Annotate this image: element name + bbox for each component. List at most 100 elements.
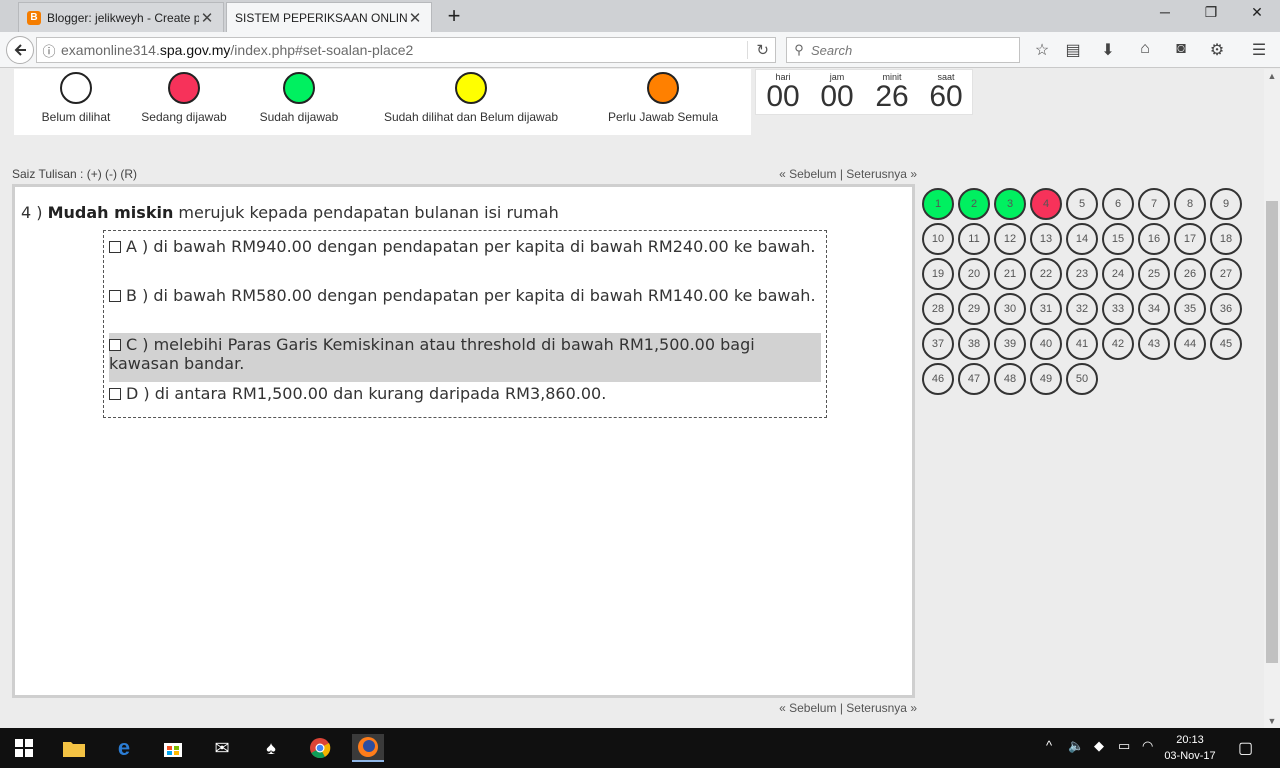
reload-icon[interactable]: ↻	[747, 41, 769, 59]
question-button[interactable]: 8	[1174, 188, 1206, 220]
new-tab-button[interactable]: +	[443, 3, 465, 29]
close-icon[interactable]: ✕	[199, 9, 215, 27]
question-button[interactable]: 10	[922, 223, 954, 255]
option-checkbox[interactable]	[109, 290, 121, 302]
question-button[interactable]: 12	[994, 223, 1026, 255]
question-button[interactable]: 1	[922, 188, 954, 220]
windows-start-icon[interactable]	[8, 734, 40, 762]
question-button[interactable]: 13	[1030, 223, 1062, 255]
question-button[interactable]: 9	[1210, 188, 1242, 220]
question-button[interactable]: 4	[1030, 188, 1062, 220]
question-button[interactable]: 40	[1030, 328, 1062, 360]
home-icon[interactable]: ⌂	[1134, 40, 1156, 60]
scroll-up-icon[interactable]: ▲	[1264, 71, 1280, 81]
font-size-control[interactable]: Saiz Tulisan : (+) (-) (R)	[12, 167, 137, 181]
question-button[interactable]: 23	[1066, 258, 1098, 290]
question-button[interactable]: 39	[994, 328, 1026, 360]
battery-icon[interactable]: ▭	[1118, 738, 1130, 754]
scrollbar-thumb[interactable]	[1266, 201, 1278, 663]
tab-exam[interactable]: SISTEM PEPERIKSAAN ONLINE (S ✕	[226, 2, 432, 32]
volume-icon[interactable]: 🔈	[1068, 738, 1084, 754]
option-a[interactable]: A ) di bawah RM940.00 dengan pendapatan …	[109, 235, 821, 284]
option-checkbox[interactable]	[109, 388, 121, 400]
star-icon[interactable]: ☆	[1031, 40, 1053, 60]
menu-icon[interactable]: ☰	[1248, 40, 1270, 60]
question-button[interactable]: 49	[1030, 363, 1062, 395]
dropbox-icon[interactable]: ◆	[1094, 738, 1104, 754]
question-button[interactable]: 2	[958, 188, 990, 220]
question-button[interactable]: 16	[1138, 223, 1170, 255]
question-button[interactable]: 46	[922, 363, 954, 395]
download-icon[interactable]: ⬇	[1097, 40, 1119, 60]
firefox-icon[interactable]	[352, 734, 384, 762]
question-button[interactable]: 14	[1066, 223, 1098, 255]
question-button[interactable]: 18	[1210, 223, 1242, 255]
question-button[interactable]: 26	[1174, 258, 1206, 290]
next-link[interactable]: Seterusnya »	[846, 167, 917, 181]
url-bar[interactable]: ⓘ examonline314. spa.gov.my/index.php#set…	[36, 37, 776, 63]
question-button[interactable]: 24	[1102, 258, 1134, 290]
prev-link[interactable]: « Sebelum	[779, 167, 836, 181]
system-clock[interactable]: 20:13 03-Nov-17	[1160, 732, 1220, 764]
question-button[interactable]: 38	[958, 328, 990, 360]
question-button[interactable]: 28	[922, 293, 954, 325]
edge-icon[interactable]: e	[108, 734, 140, 762]
chrome-icon[interactable]	[304, 734, 336, 762]
question-button[interactable]: 48	[994, 363, 1026, 395]
question-button[interactable]: 44	[1174, 328, 1206, 360]
back-button[interactable]	[6, 36, 34, 64]
option-checkbox[interactable]	[109, 241, 121, 253]
question-button[interactable]: 5	[1066, 188, 1098, 220]
question-button[interactable]: 36	[1210, 293, 1242, 325]
solitaire-icon[interactable]: ♠	[255, 734, 287, 762]
question-button[interactable]: 31	[1030, 293, 1062, 325]
wifi-icon[interactable]: ◠	[1142, 738, 1153, 754]
question-button[interactable]: 19	[922, 258, 954, 290]
extension-icon[interactable]: ⚙	[1206, 40, 1228, 60]
question-button[interactable]: 50	[1066, 363, 1098, 395]
question-button[interactable]: 37	[922, 328, 954, 360]
store-icon[interactable]	[157, 734, 189, 762]
question-button[interactable]: 11	[958, 223, 990, 255]
info-icon[interactable]: ⓘ	[37, 41, 61, 60]
close-icon[interactable]: ✕	[407, 9, 423, 27]
question-button[interactable]: 33	[1102, 293, 1134, 325]
question-button[interactable]: 3	[994, 188, 1026, 220]
question-button[interactable]: 43	[1138, 328, 1170, 360]
option-b[interactable]: B ) di bawah RM580.00 dengan pendapatan …	[109, 284, 821, 333]
question-button[interactable]: 20	[958, 258, 990, 290]
vertical-scrollbar[interactable]: ▲ ▼	[1264, 69, 1280, 728]
question-button[interactable]: 42	[1102, 328, 1134, 360]
question-button[interactable]: 25	[1138, 258, 1170, 290]
question-button[interactable]: 22	[1030, 258, 1062, 290]
option-checkbox[interactable]	[109, 339, 121, 351]
restore-button[interactable]: ❐	[1196, 4, 1226, 21]
question-button[interactable]: 17	[1174, 223, 1206, 255]
question-button[interactable]: 27	[1210, 258, 1242, 290]
notifications-icon[interactable]: ▢	[1238, 738, 1253, 758]
question-button[interactable]: 32	[1066, 293, 1098, 325]
pocket-icon[interactable]: ◙	[1170, 40, 1192, 60]
question-button[interactable]: 29	[958, 293, 990, 325]
option-c[interactable]: C ) melebihi Paras Garis Kemiskinan atau…	[109, 333, 821, 382]
minimize-button[interactable]: ─	[1150, 4, 1180, 20]
question-button[interactable]: 45	[1210, 328, 1242, 360]
next-link[interactable]: Seterusnya »	[846, 701, 917, 715]
reading-list-icon[interactable]: ▤	[1062, 40, 1084, 60]
question-button[interactable]: 47	[958, 363, 990, 395]
option-d[interactable]: D ) di antara RM1,500.00 dan kurang dari…	[109, 382, 821, 431]
file-explorer-icon[interactable]	[58, 734, 90, 762]
chevron-up-icon[interactable]: ^	[1046, 738, 1052, 753]
question-button[interactable]: 6	[1102, 188, 1134, 220]
question-button[interactable]: 21	[994, 258, 1026, 290]
scroll-down-icon[interactable]: ▼	[1264, 716, 1280, 726]
question-button[interactable]: 7	[1138, 188, 1170, 220]
question-button[interactable]: 41	[1066, 328, 1098, 360]
prev-link[interactable]: « Sebelum	[779, 701, 836, 715]
question-button[interactable]: 34	[1138, 293, 1170, 325]
question-button[interactable]: 15	[1102, 223, 1134, 255]
close-window-button[interactable]: ✕	[1242, 4, 1272, 21]
tab-blogger[interactable]: B Blogger: jelikweyh - Create p ✕	[18, 2, 224, 32]
search-input[interactable]: ⚲ Search	[786, 37, 1020, 63]
question-button[interactable]: 35	[1174, 293, 1206, 325]
